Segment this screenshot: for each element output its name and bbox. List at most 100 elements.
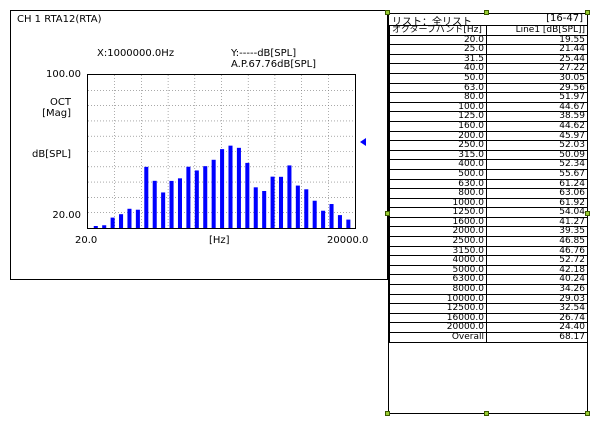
table-row[interactable]: 25.0 21.44 — [389, 44, 588, 55]
bar-6300.0 — [304, 189, 309, 228]
band-cell: 31.5 — [389, 53, 487, 65]
bar-100.0 — [152, 180, 157, 228]
col-band-header: オクターブバンド[Hz] — [389, 25, 487, 36]
level-cell: 55.67 — [486, 168, 588, 180]
level-cell: 54.04 — [486, 207, 588, 218]
ap-readout: A.P.67.76dB[SPL] — [231, 59, 317, 70]
level-cell: 42.18 — [486, 264, 588, 276]
table-row[interactable]: 40.0 27.22 — [389, 63, 588, 74]
bar-250.0 — [186, 166, 191, 228]
resize-handle-tr[interactable] — [585, 10, 590, 15]
table-row[interactable]: 20.0 19.55 — [389, 34, 588, 46]
band-cell: 40.0 — [389, 63, 487, 74]
band-cell: 20000.0 — [389, 322, 487, 333]
rta-graph-panel[interactable]: CH 1 RTA12(RTA) X:1000000.0Hz Y:-----dB[… — [10, 10, 388, 280]
table-row[interactable]: 125.0 38.59 — [389, 111, 588, 122]
table-row[interactable]: 1000.0 61.92 — [389, 197, 588, 209]
table-row[interactable]: 160.0 44.62 — [389, 120, 588, 132]
table-row[interactable]: 400.0 52.34 — [389, 159, 588, 170]
bar-315.0 — [194, 170, 199, 228]
resize-handle-bl[interactable] — [385, 411, 390, 416]
table-row[interactable]: 5000.0 42.18 — [389, 264, 588, 276]
level-cell: 46.76 — [486, 245, 588, 257]
band-cell: 6300.0 — [389, 274, 487, 286]
band-cell: 500.0 — [389, 168, 487, 180]
table-row[interactable]: 315.0 50.09 — [389, 149, 588, 161]
bar-2500.0 — [270, 176, 275, 228]
cursor-x-readout: X:1000000.0Hz — [97, 48, 175, 59]
bar-4000.0 — [287, 165, 292, 228]
level-cell: 21.44 — [486, 44, 588, 55]
table-row[interactable]: 2000.0 39.35 — [389, 226, 588, 238]
y-mag-label: [Mag] — [42, 108, 71, 119]
table-row[interactable]: 1250.0 54.04 — [389, 207, 588, 218]
level-cell: 41.27 — [486, 216, 588, 228]
table-row[interactable]: 20000.0 24.40 — [389, 322, 588, 333]
band-cell: 1000.0 — [389, 197, 487, 209]
level-cell: 68.17 — [486, 332, 588, 343]
table-row[interactable]: 3150.0 46.76 — [389, 245, 588, 257]
table-row[interactable]: 50.0 30.05 — [389, 72, 588, 84]
level-cell: 61.92 — [486, 197, 588, 209]
level-cell: 46.85 — [486, 236, 588, 247]
level-cell: 52.72 — [486, 255, 588, 266]
band-list-panel[interactable]: リスト：全リスト [16-47] オクターブバンド[Hz] Line1 [dB[… — [388, 13, 588, 414]
level-cell: 30.05 — [486, 72, 588, 84]
table-row[interactable]: 100.0 44.67 — [389, 101, 588, 113]
band-cell: 125.0 — [389, 111, 487, 122]
level-cell: 44.62 — [486, 120, 588, 132]
x-tick-right: 20000.0 — [327, 235, 369, 246]
y-tick-bottom: 20.00 — [52, 210, 81, 221]
band-cell: 2500.0 — [389, 236, 487, 247]
plot-area[interactable] — [87, 74, 356, 229]
bar-63.0 — [135, 209, 140, 228]
list-header: リスト：全リスト [16-47] — [389, 13, 587, 28]
bar-10000.0 — [321, 210, 326, 228]
table-row[interactable]: 200.0 45.97 — [389, 130, 588, 142]
band-cell: 315.0 — [389, 149, 487, 161]
table-row[interactable]: 16000.0 26.74 — [389, 312, 588, 324]
bar-16000.0 — [337, 215, 342, 228]
bar-25.0 — [102, 225, 107, 228]
table-row[interactable]: 1600.0 41.27 — [389, 216, 588, 228]
bar-12500.0 — [329, 204, 334, 228]
table-row[interactable]: 800.0 63.06 — [389, 188, 588, 199]
level-cell: 40.24 — [486, 274, 588, 286]
level-cell: 29.56 — [486, 82, 588, 94]
panel-title: CH 1 RTA12(RTA) — [17, 14, 102, 25]
bar-1250.0 — [245, 162, 250, 228]
resize-handle-mr[interactable] — [585, 211, 590, 216]
level-marker-icon[interactable] — [360, 138, 366, 146]
table-row[interactable]: 80.0 51.97 — [389, 92, 588, 103]
resize-handle-tl[interactable] — [385, 10, 390, 15]
cursor-y-readout: Y:-----dB[SPL] — [231, 48, 297, 59]
resize-handle-br[interactable] — [585, 411, 590, 416]
band-cell: 400.0 — [389, 159, 487, 170]
y-tick-top: 100.00 — [46, 69, 81, 80]
table-row[interactable]: 31.5 25.44 — [389, 53, 588, 65]
table-row[interactable]: Overall 68.17 — [389, 332, 588, 343]
resize-handle-bc[interactable] — [484, 411, 489, 416]
table-row[interactable]: 12500.0 32.54 — [389, 303, 588, 314]
resize-handle-tc[interactable] — [484, 10, 489, 15]
bar-40.0 — [119, 214, 124, 228]
level-cell: 24.40 — [486, 322, 588, 333]
table-row[interactable]: 6300.0 40.24 — [389, 274, 588, 286]
band-cell: 630.0 — [389, 178, 487, 190]
bar-2000.0 — [262, 190, 267, 228]
list-range: [16-47] — [546, 13, 583, 24]
band-cell: 2000.0 — [389, 226, 487, 238]
resize-handle-ml[interactable] — [385, 211, 390, 216]
table-row[interactable]: 250.0 52.03 — [389, 140, 588, 151]
level-cell: 63.06 — [486, 188, 588, 199]
table-row[interactable]: 500.0 55.67 — [389, 168, 588, 180]
y-oct-label: OCT — [50, 97, 71, 108]
table-row[interactable]: 4000.0 52.72 — [389, 255, 588, 266]
table-row[interactable]: 8000.0 34.26 — [389, 284, 588, 295]
table-row[interactable]: 63.0 29.56 — [389, 82, 588, 94]
bar-5000.0 — [295, 185, 300, 228]
table-row[interactable]: 630.0 61.24 — [389, 178, 588, 190]
table-row[interactable]: 2500.0 46.85 — [389, 236, 588, 247]
table-row[interactable]: 10000.0 29.03 — [389, 293, 588, 305]
level-cell: 26.74 — [486, 312, 588, 324]
